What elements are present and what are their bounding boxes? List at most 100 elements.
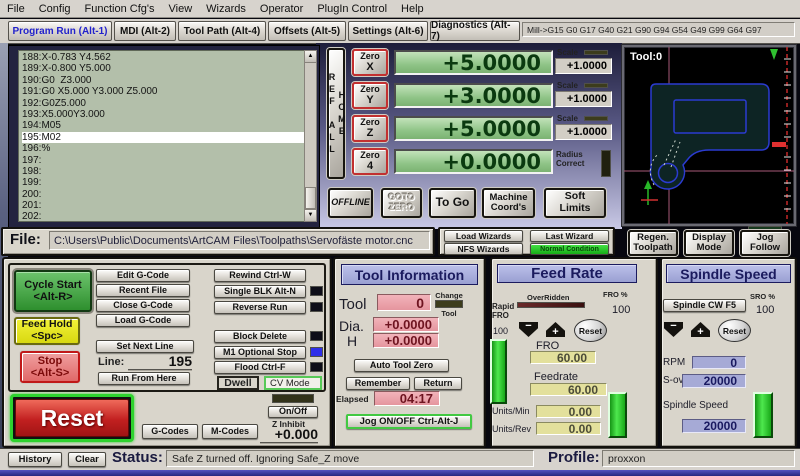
dro-z-value[interactable]: +5.0000 — [394, 116, 553, 141]
gcode-line[interactable]: 200: — [22, 189, 304, 200]
scale-x-value[interactable]: +1.0000 — [555, 58, 612, 74]
tab-offsets[interactable]: Offsets (Alt-5) — [268, 21, 346, 41]
ref-all-home-button[interactable]: REF ALL HOME — [327, 48, 345, 179]
to-go-button[interactable]: To Go — [429, 188, 476, 218]
feedrate-field[interactable]: 60.00 — [530, 383, 607, 396]
line-number-field[interactable]: 195 — [128, 353, 192, 371]
spindle-speed-field[interactable]: 20000 — [682, 419, 746, 433]
spindle-reset-button[interactable]: Reset — [718, 319, 751, 342]
scale-z-value[interactable]: +1.0000 — [555, 124, 612, 140]
gcode-line[interactable]: 202: — [22, 211, 304, 222]
gcode-scrollbar[interactable]: ▲ ▼ — [304, 50, 317, 222]
menu-item-config[interactable]: Config — [39, 3, 71, 15]
tool-number-field[interactable]: 0 — [377, 294, 431, 311]
load-gcode-button[interactable]: Load G-Code — [96, 314, 190, 327]
menu-item-view[interactable]: View — [169, 3, 193, 15]
m1-optional-stop-button[interactable]: M1 Optional Stop — [214, 346, 306, 359]
gcode-line[interactable]: 192:G0Z5.000 — [22, 98, 304, 109]
remember-button[interactable]: Remember — [346, 377, 410, 390]
gcode-line[interactable]: 188:X-0.783 Y4.562 — [22, 52, 304, 63]
goto-zero-button[interactable]: GOTO ZERO — [381, 188, 422, 218]
fro-field[interactable]: 60.00 — [530, 351, 596, 364]
gcode-line[interactable]: 201: — [22, 200, 304, 211]
tab-tool-path[interactable]: Tool Path (Alt-4) — [178, 21, 266, 41]
scroll-down-icon[interactable]: ▼ — [305, 209, 316, 221]
axis-letter: X — [366, 61, 373, 73]
feedrate-label: Feedrate — [534, 371, 578, 383]
zero-x-button[interactable]: Zero X — [352, 49, 388, 76]
auto-tool-zero-button[interactable]: Auto Tool Zero — [354, 359, 449, 372]
stop-button[interactable]: Stop <Alt-S> — [20, 351, 80, 383]
rewind-button[interactable]: Rewind Ctrl-W — [214, 269, 306, 282]
display-mode-button[interactable]: Display Mode — [684, 230, 734, 256]
menu-item-file[interactable]: File — [7, 3, 25, 15]
soft-limits-button[interactable]: Soft Limits — [544, 188, 606, 218]
menu-item-function-cfgs[interactable]: Function Cfg's — [85, 3, 155, 15]
gcode-list[interactable]: 188:X-0.783 Y4.562 189:X-0.800 Y5.000 19… — [18, 50, 305, 222]
last-wizard-button[interactable]: Last Wizard — [530, 230, 609, 242]
cycle-start-button[interactable]: Cycle Start <Alt-R> — [14, 270, 92, 312]
set-next-line-button[interactable]: Set Next Line — [96, 340, 194, 353]
load-wizards-button[interactable]: Load Wizards — [444, 230, 523, 242]
gcode-line[interactable]: 196:% — [22, 143, 304, 154]
dro-y-value[interactable]: +3.0000 — [394, 83, 553, 108]
tab-program-run[interactable]: Program Run (Alt-1) — [8, 21, 112, 41]
scroll-thumb[interactable] — [305, 187, 316, 209]
rapid-fro-slider[interactable] — [490, 339, 507, 404]
gcode-line[interactable]: 191:G0 X5.000 Y3.000 Z5.000 — [22, 86, 304, 97]
history-button[interactable]: History — [8, 452, 62, 467]
edit-gcode-button[interactable]: Edit G-Code — [96, 269, 190, 282]
gcode-line[interactable]: 193:X5.000Y3.000 — [22, 109, 304, 120]
gcodes-button[interactable]: G-Codes — [142, 424, 198, 439]
reverse-run-button[interactable]: Reverse Run — [214, 301, 306, 314]
menu-item-plugin-control[interactable]: PlugIn Control — [317, 3, 387, 15]
zero-4-button[interactable]: Zero 4 — [352, 148, 388, 175]
mcodes-button[interactable]: M-Codes — [202, 424, 258, 439]
jog-follow-button[interactable]: Jog Follow — [740, 230, 790, 256]
feed-reset-button[interactable]: Reset — [574, 319, 607, 342]
dia-field[interactable]: +0.0000 — [373, 317, 439, 332]
menu-item-operator[interactable]: Operator — [260, 3, 303, 15]
jog-onoff-button[interactable]: Jog ON/OFF Ctrl-Alt-J — [346, 414, 472, 429]
menu-item-wizards[interactable]: Wizards — [206, 3, 246, 15]
run-from-here-button[interactable]: Run From Here — [98, 372, 190, 385]
block-delete-button[interactable]: Block Delete — [214, 330, 306, 343]
gcode-line[interactable]: 190:G0 Z3.000 — [22, 75, 304, 86]
gcode-line[interactable]: 199: — [22, 177, 304, 188]
single-blk-button[interactable]: Single BLK Alt-N — [214, 285, 306, 298]
recent-file-button[interactable]: Recent File — [96, 284, 190, 297]
onoff-button[interactable]: On/Off — [268, 406, 318, 418]
dro-4-value[interactable]: +0.0000 — [394, 149, 553, 174]
dro-x-value[interactable]: +5.0000 — [394, 50, 553, 75]
feed-hold-button[interactable]: Feed Hold <Spc> — [14, 317, 80, 345]
spindle-slider[interactable] — [753, 392, 773, 438]
gcode-line[interactable]: 189:X-0.800 Y5.000 — [22, 63, 304, 74]
zero-z-button[interactable]: Zero Z — [352, 115, 388, 142]
close-gcode-button[interactable]: Close G-Code — [96, 299, 190, 312]
machine-coords-button[interactable]: Machine Coord's — [482, 188, 535, 218]
gcode-line[interactable]: 197: — [22, 155, 304, 166]
zero-y-button[interactable]: Zero Y — [352, 82, 388, 109]
gcode-line[interactable]: 194:M05 — [22, 120, 304, 131]
feedrate-slider[interactable] — [608, 392, 627, 438]
h-field[interactable]: +0.0000 — [373, 333, 439, 348]
reset-button[interactable]: Reset — [10, 394, 134, 442]
flood-button[interactable]: Flood Ctrl-F — [214, 361, 306, 374]
tab-settings[interactable]: Settings (Alt-6) — [348, 21, 428, 41]
sov-field[interactable]: 20000 — [682, 374, 746, 388]
toolpath-canvas[interactable]: Tool:0 — [622, 45, 796, 226]
clear-button[interactable]: Clear — [68, 452, 106, 467]
nfs-wizards-button[interactable]: NFS Wizards — [444, 243, 523, 255]
offline-button[interactable]: OFFLINE — [328, 188, 373, 218]
menu-item-help[interactable]: Help — [401, 3, 424, 15]
spindle-cw-button[interactable]: Spindle CW F5 — [663, 299, 746, 312]
z-inhibit-value[interactable]: +0.000 — [260, 426, 318, 444]
tab-diagnostics[interactable]: Diagnostics (Alt-7) — [430, 21, 520, 41]
tab-mdi[interactable]: MDI (Alt-2) — [114, 21, 176, 41]
regen-toolpath-button[interactable]: Regen. Toolpath — [628, 230, 678, 256]
scroll-up-icon[interactable]: ▲ — [305, 51, 316, 63]
scale-y-value[interactable]: +1.0000 — [555, 91, 612, 107]
return-button[interactable]: Return — [414, 377, 462, 390]
gcode-line[interactable]: 198: — [22, 166, 304, 177]
gcode-line-selected[interactable]: 195:M02 — [22, 132, 304, 143]
